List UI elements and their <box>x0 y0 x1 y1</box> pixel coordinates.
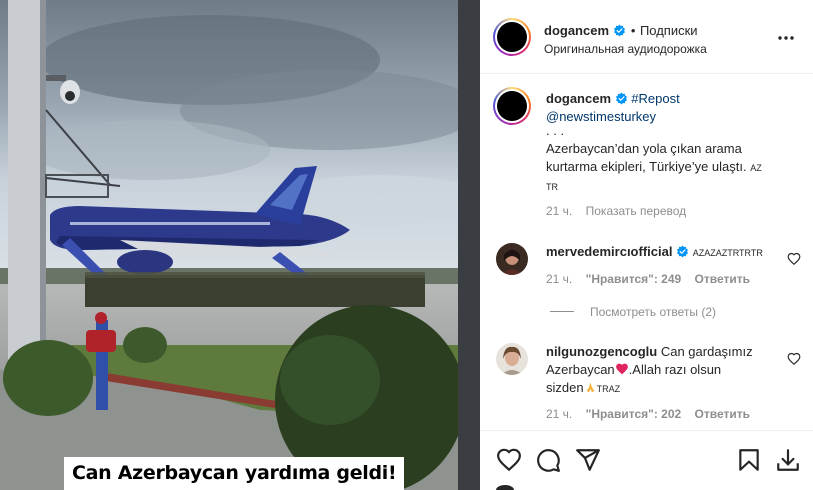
hashtag-link[interactable]: #Repost <box>631 91 679 106</box>
caption-author-avatar[interactable] <box>493 87 531 125</box>
author-username[interactable]: dogancem <box>544 23 609 38</box>
heart-icon[interactable] <box>496 447 522 473</box>
comment-icon[interactable] <box>535 447 561 473</box>
comment-flags: AZAZAZTRTRTR <box>692 248 763 258</box>
caption-time[interactable]: 21 ч. <box>546 204 572 218</box>
comment-flags: TRAZ <box>596 384 621 394</box>
post-video[interactable]: Can Azerbaycan yardıma geldi! <box>0 0 480 490</box>
bookmark-icon[interactable] <box>736 447 762 473</box>
post-caption: dogancem #Repost @newstimesturkey . . . … <box>546 90 791 220</box>
praying-hands-icon <box>586 382 594 393</box>
caption-text-line2: kurtarma ekipleri, Türkiye’ye ulaştı. <box>546 159 747 174</box>
caption-author[interactable]: dogancem <box>546 91 611 106</box>
reply-button[interactable]: Ответить <box>695 407 750 421</box>
rescue-team-graphic <box>85 272 425 307</box>
video-caption: Can Azerbaycan yardıma geldi! <box>64 457 405 490</box>
author-row: dogancem • Подписки <box>544 22 698 40</box>
replies-divider <box>550 311 574 312</box>
comment-username[interactable]: nilgunozgencoglu <box>546 344 657 359</box>
caption-text-line1: Azerbaycan’dan yola çıkan arama <box>546 141 742 156</box>
comment-time[interactable]: 21 ч. <box>546 272 572 286</box>
translate-button[interactable]: Показать перевод <box>586 204 687 218</box>
audio-label[interactable]: Оригинальная аудиодорожка <box>544 42 707 56</box>
mention-link[interactable]: @newstimesturkey <box>546 109 656 124</box>
following-button[interactable]: Подписки <box>640 23 698 38</box>
more-horizontal-icon[interactable] <box>776 28 796 48</box>
comment-like-icon[interactable] <box>787 352 801 366</box>
comment-time[interactable]: 21 ч. <box>546 407 572 421</box>
post-actions-bar <box>480 430 813 490</box>
comment-likes[interactable]: "Нравится": 249 <box>586 272 682 286</box>
flag-tr: TR <box>546 182 558 192</box>
caption-dots: . . . <box>546 123 565 138</box>
comment-username[interactable]: mervedemircıofficial <box>546 244 672 259</box>
comment-like-icon[interactable] <box>787 252 801 266</box>
comment-text-part1: Can gardaşımız <box>660 344 753 359</box>
download-icon[interactable] <box>775 447 801 473</box>
verified-badge-icon <box>677 245 689 258</box>
verified-badge-icon <box>615 92 627 105</box>
reply-button[interactable]: Ответить <box>695 272 750 286</box>
comment-likes[interactable]: "Нравится": 202 <box>586 407 682 421</box>
view-replies-button[interactable]: Посмотреть ответы (2) <box>550 305 716 319</box>
verified-badge-icon <box>614 24 626 37</box>
author-avatar[interactable] <box>493 18 531 56</box>
red-heart-icon <box>615 363 628 375</box>
flag-az: AZ <box>750 163 762 173</box>
liker-avatar[interactable] <box>496 485 514 490</box>
commenter-avatar[interactable] <box>496 343 528 375</box>
post-header: dogancem • Подписки Оригинальная аудиодо… <box>480 0 813 74</box>
comment-text-part3: .Allah razı olsun <box>628 362 722 377</box>
view-replies-label: Посмотреть ответы (2) <box>590 305 717 319</box>
comment-text-part2: Azerbaycan <box>546 362 615 377</box>
post-side-panel: dogancem • Подписки Оригинальная аудиодо… <box>480 0 813 490</box>
commenter-avatar[interactable] <box>496 243 528 275</box>
comment-text-part4: sizden <box>546 380 584 395</box>
separator-dot: • <box>630 23 636 38</box>
share-icon[interactable] <box>575 447 601 473</box>
video-frame <box>0 0 480 490</box>
